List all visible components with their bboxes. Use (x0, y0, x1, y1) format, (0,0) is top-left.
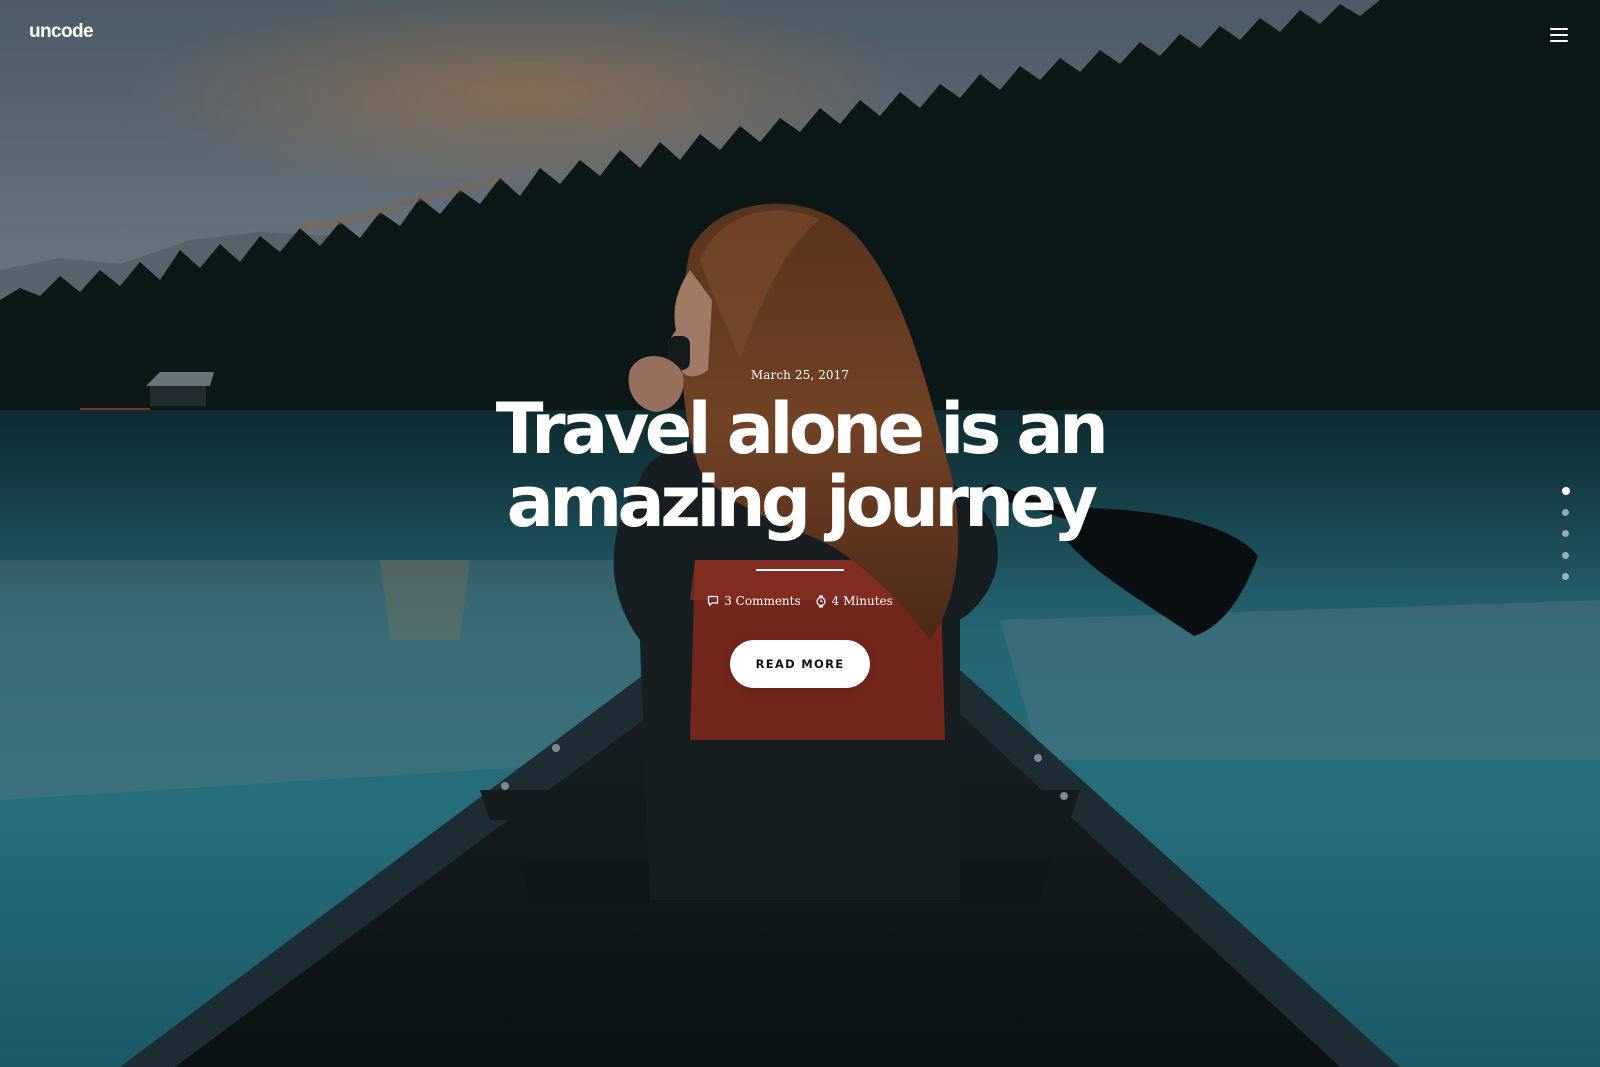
post-title-line-2: amazing journey (506, 461, 1098, 543)
post-title-line-1: Travel alone is an (495, 388, 1109, 470)
post-date: March 25, 2017 (750, 368, 850, 382)
slider-dot-2[interactable] (1562, 509, 1569, 516)
hamburger-menu-button[interactable] (1548, 24, 1572, 46)
slider-dot-3[interactable] (1562, 530, 1569, 537)
slider-dot-5[interactable] (1562, 573, 1569, 580)
hero-slider: uncode March 25, 2017 Travel alone is an… (0, 0, 1600, 1067)
comments-link[interactable]: 3 Comments (707, 594, 801, 608)
read-more-button[interactable]: READ MORE (730, 640, 870, 688)
slider-dot-4[interactable] (1562, 552, 1569, 559)
watch-icon (816, 595, 826, 607)
comment-icon (708, 595, 719, 607)
comments-count: 3 Comments (724, 594, 801, 608)
site-logo[interactable]: uncode (29, 21, 94, 43)
slider-pagination (1558, 487, 1574, 587)
reading-time-label: 4 Minutes (831, 594, 893, 608)
post-title[interactable]: Travel alone is an amazing journey (400, 393, 1200, 539)
reading-time: 4 Minutes (815, 594, 893, 608)
featured-post: March 25, 2017 Travel alone is an amazin… (400, 360, 1200, 688)
post-meta: 3 Comments 4 Minutes (400, 594, 1200, 608)
hamburger-menu-icon (1550, 28, 1568, 30)
title-divider (756, 569, 844, 571)
hamburger-menu-icon-line-2 (1550, 34, 1568, 36)
hamburger-menu-icon-line-3 (1550, 40, 1568, 42)
slider-dot-1[interactable] (1561, 487, 1570, 495)
